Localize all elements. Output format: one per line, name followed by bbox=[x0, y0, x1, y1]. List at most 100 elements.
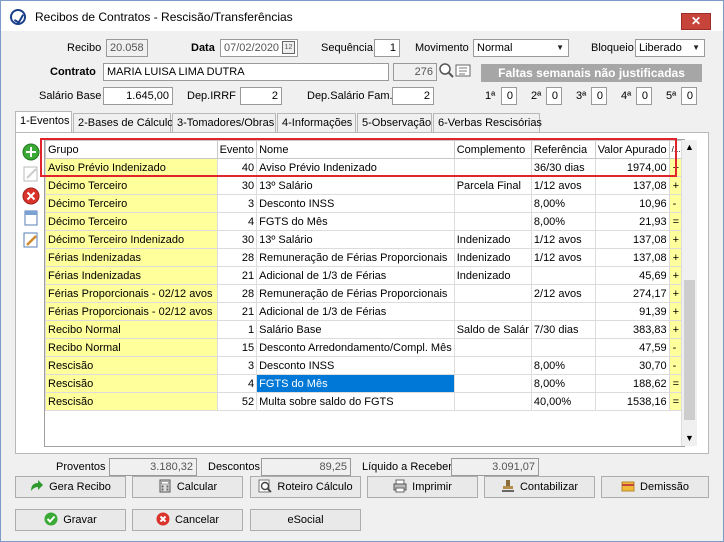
table-row[interactable]: Rescisão 52 Multa sobre saldo do FGTS 40,00… bbox=[45, 392, 684, 411]
cell-referencia[interactable]: 40,00% bbox=[530, 392, 596, 411]
cell-complemento[interactable] bbox=[453, 338, 532, 357]
cell-nome[interactable]: Desconto Arredondamento/Compl. Mês bbox=[256, 338, 455, 357]
cell-complemento[interactable]: Parcela Final bbox=[453, 176, 532, 195]
salfam-field[interactable]: 2 bbox=[392, 87, 434, 105]
cell-evento[interactable]: 28 bbox=[216, 248, 258, 267]
gravar-button[interactable]: Gravar bbox=[15, 509, 126, 531]
cell-evento[interactable]: 40 bbox=[216, 158, 258, 177]
card-icon[interactable] bbox=[455, 63, 471, 79]
tab-informacoes[interactable]: 4-Informações bbox=[277, 113, 356, 133]
cell-complemento[interactable]: Indenizado bbox=[453, 248, 532, 267]
cell-referencia[interactable]: 8,00% bbox=[530, 212, 596, 231]
cell-nome[interactable]: FGTS do Mês bbox=[256, 212, 455, 231]
cell-grupo[interactable]: Férias Proporcionais - 02/12 avos bbox=[45, 284, 218, 303]
tab-tomadores-obras[interactable]: 3-Tomadores/Obras bbox=[172, 113, 276, 133]
cell-evento[interactable]: 30 bbox=[216, 230, 258, 249]
table-row[interactable]: Décimo Terceiro 3 Desconto INSS 8,00% 10,96- bbox=[45, 194, 684, 213]
tab-bases-calculo[interactable]: 2-Bases de Cálculo bbox=[73, 113, 173, 133]
table-row[interactable]: Rescisão 4 FGTS do Mês 8,00% 188,62 = bbox=[45, 374, 684, 393]
cell-grupo[interactable]: Recibo Normal bbox=[45, 320, 218, 339]
tab-verbas-rescisorias[interactable]: 6-Verbas Rescisórias bbox=[433, 113, 542, 133]
col-complemento[interactable]: Complemento bbox=[453, 140, 532, 159]
cell-referencia[interactable]: 8,00% bbox=[530, 194, 596, 213]
cell-complemento[interactable] bbox=[453, 158, 532, 177]
cell-grupo[interactable]: Férias Indenizadas bbox=[45, 248, 218, 267]
week4-field[interactable]: 0 bbox=[636, 87, 652, 105]
cell-nome[interactable]: FGTS do Mês bbox=[256, 374, 455, 393]
table-row[interactable]: Décimo Terceiro Indenizado 30 13º Salário I… bbox=[45, 230, 684, 249]
cell-nome[interactable]: 13º Salário bbox=[256, 176, 455, 195]
cell-valor[interactable]: 188,62 bbox=[594, 374, 670, 393]
cell-valor[interactable]: 30,70 bbox=[594, 356, 670, 375]
cell-nome[interactable]: Desconto INSS bbox=[256, 194, 455, 213]
cell-complemento[interactable]: Indenizado bbox=[453, 266, 532, 285]
col-valor-apurado[interactable]: Valor Apurado bbox=[594, 140, 670, 159]
edit-pencil-icon[interactable] bbox=[22, 231, 40, 249]
cell-evento[interactable]: 21 bbox=[216, 302, 258, 321]
table-row[interactable]: Férias Proporcionais - 02/12 avos 21 Adici… bbox=[45, 302, 684, 321]
table-row[interactable]: Recibo Normal 1 Salário Base Saldo de Salár… bbox=[45, 320, 684, 339]
add-icon[interactable] bbox=[22, 143, 40, 161]
recibo-field[interactable]: 20.058 bbox=[106, 39, 148, 57]
movimento-select[interactable]: Normal bbox=[473, 39, 569, 57]
cell-referencia[interactable]: 2/12 avos bbox=[530, 284, 596, 303]
esocial-button[interactable]: eSocial bbox=[250, 509, 361, 531]
cell-nome[interactable]: Remuneração de Férias Proporcionais bbox=[256, 284, 455, 303]
scroll-thumb[interactable] bbox=[684, 280, 695, 420]
cell-referencia[interactable]: 7/30 dias bbox=[530, 320, 596, 339]
cell-grupo[interactable]: Décimo Terceiro bbox=[45, 176, 218, 195]
cell-complemento[interactable]: Indenizado bbox=[453, 230, 532, 249]
cell-grupo[interactable]: Aviso Prévio Indenizado bbox=[45, 158, 218, 177]
cell-referencia[interactable]: 1/12 avos bbox=[530, 248, 596, 267]
contrato-field[interactable]: MARIA LUISA LIMA DUTRA bbox=[103, 63, 389, 81]
scroll-up-icon[interactable]: ▲ bbox=[682, 140, 697, 155]
cell-grupo[interactable]: Rescisão bbox=[45, 374, 218, 393]
delete-icon[interactable] bbox=[22, 187, 40, 205]
cell-valor[interactable]: 137,08 bbox=[594, 230, 670, 249]
grid-scrollbar[interactable]: ▲ ▼ bbox=[681, 140, 697, 446]
cell-referencia[interactable] bbox=[530, 338, 596, 357]
cell-complemento[interactable] bbox=[453, 194, 532, 213]
cell-grupo[interactable]: Recibo Normal bbox=[45, 338, 218, 357]
cell-valor[interactable]: 21,93 bbox=[594, 212, 670, 231]
salario-field[interactable]: 1.645,00 bbox=[103, 87, 173, 105]
cell-evento[interactable]: 1 bbox=[216, 320, 258, 339]
cell-grupo[interactable]: Décimo Terceiro bbox=[45, 212, 218, 231]
cell-referencia[interactable]: 8,00% bbox=[530, 374, 596, 393]
cell-referencia[interactable]: 8,00% bbox=[530, 356, 596, 375]
cell-evento[interactable]: 52 bbox=[216, 392, 258, 411]
scroll-down-icon[interactable]: ▼ bbox=[682, 431, 697, 446]
table-row[interactable]: Aviso Prévio Indenizado 40 Aviso Prévio In… bbox=[45, 158, 684, 177]
cell-valor[interactable]: 91,39 bbox=[594, 302, 670, 321]
cell-valor[interactable]: 137,08 bbox=[594, 248, 670, 267]
week1-field[interactable]: 0 bbox=[501, 87, 517, 105]
cell-valor[interactable]: 10,96 bbox=[594, 194, 670, 213]
demissao-button[interactable]: Demissão bbox=[601, 476, 709, 498]
col-referencia[interactable]: Referência bbox=[530, 140, 596, 159]
cell-complemento[interactable] bbox=[453, 356, 532, 375]
tab-observacao[interactable]: 5-Observação bbox=[357, 113, 432, 133]
cell-complemento[interactable] bbox=[453, 212, 532, 231]
close-button[interactable]: ✕ bbox=[681, 13, 711, 30]
cell-evento[interactable]: 4 bbox=[216, 212, 258, 231]
cell-evento[interactable]: 4 bbox=[216, 374, 258, 393]
cell-valor[interactable]: 383,83 bbox=[594, 320, 670, 339]
cell-valor[interactable]: 47,59 bbox=[594, 338, 670, 357]
table-row[interactable]: Férias Proporcionais - 02/12 avos 28 Remun… bbox=[45, 284, 684, 303]
cell-valor[interactable]: 137,08 bbox=[594, 176, 670, 195]
sequencia-field[interactable]: 1 bbox=[374, 39, 400, 57]
cell-referencia[interactable]: 1/12 avos bbox=[530, 176, 596, 195]
col-evento[interactable]: Evento bbox=[216, 140, 258, 159]
cell-grupo[interactable]: Décimo Terceiro Indenizado bbox=[45, 230, 218, 249]
contabilizar-button[interactable]: Contabilizar bbox=[484, 476, 595, 498]
cell-referencia[interactable] bbox=[530, 266, 596, 285]
cell-evento[interactable]: 3 bbox=[216, 356, 258, 375]
cell-valor[interactable]: 274,17 bbox=[594, 284, 670, 303]
search-icon[interactable] bbox=[438, 62, 455, 80]
cell-referencia[interactable]: 36/30 dias bbox=[530, 158, 596, 177]
cell-valor[interactable]: 1974,00 bbox=[594, 158, 670, 177]
cell-complemento[interactable] bbox=[453, 392, 532, 411]
imprimir-button[interactable]: Imprimir bbox=[367, 476, 478, 498]
cell-nome[interactable]: Aviso Prévio Indenizado bbox=[256, 158, 455, 177]
table-row[interactable]: Décimo Terceiro 4 FGTS do Mês 8,00% 21,93 = bbox=[45, 212, 684, 231]
